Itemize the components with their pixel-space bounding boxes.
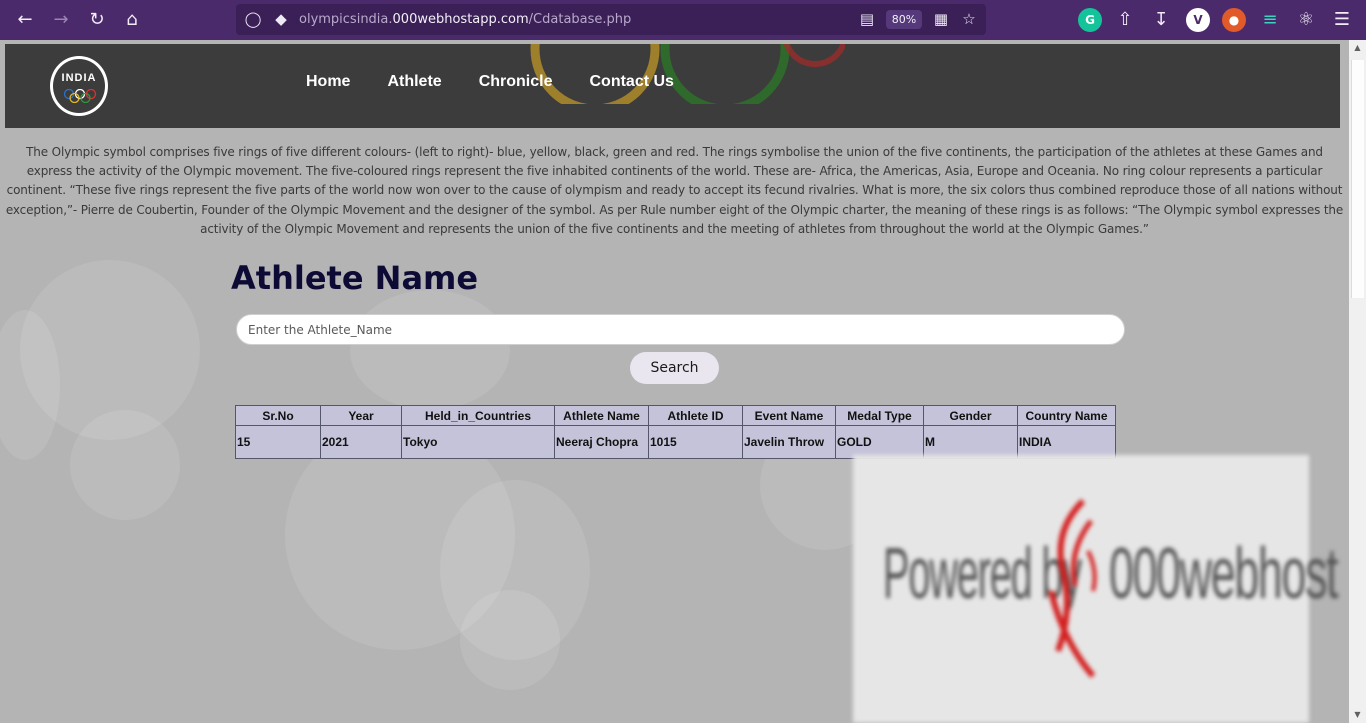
background-bubble bbox=[350, 290, 510, 410]
column-header: Year bbox=[320, 405, 402, 426]
background-bubble bbox=[70, 410, 180, 520]
extension-stripes-icon[interactable]: ≡ bbox=[1258, 8, 1282, 32]
column-header: Medal Type bbox=[835, 405, 924, 426]
olympic-symbol-description: The Olympic symbol comprises five rings … bbox=[5, 145, 1344, 236]
share-icon[interactable]: ⇧ bbox=[1113, 8, 1137, 32]
scrollbar-thumb[interactable] bbox=[1351, 60, 1364, 298]
nav-home[interactable]: Home bbox=[306, 73, 350, 91]
nav-athlete[interactable]: Athlete bbox=[387, 73, 441, 91]
zoom-level[interactable]: 80% bbox=[886, 10, 922, 29]
column-header: Event Name bbox=[742, 405, 836, 426]
background-bubble bbox=[460, 590, 560, 690]
table-row: 15 2021 Tokyo Neeraj Chopra 1015 Javelin… bbox=[235, 425, 1116, 459]
column-header: Country Name bbox=[1017, 405, 1116, 426]
athlete-search-input[interactable] bbox=[236, 314, 1125, 345]
table-header-row: Sr.No Year Held_in_Countries Athlete Nam… bbox=[235, 405, 1116, 426]
back-icon[interactable]: ← bbox=[13, 8, 37, 32]
table-cell: Tokyo bbox=[401, 425, 555, 459]
table-cell: Javelin Throw bbox=[742, 425, 836, 459]
scroll-up-icon[interactable]: ▲ bbox=[1349, 40, 1366, 56]
table-cell: M bbox=[923, 425, 1018, 459]
page-title: Athlete Name bbox=[231, 259, 479, 297]
nav-contact-us[interactable]: Contact Us bbox=[589, 73, 673, 91]
address-bar[interactable]: ◯ ◆ olympicsindia.000webhostapp.com/Cdat… bbox=[236, 4, 986, 35]
column-header: Gender bbox=[923, 405, 1018, 426]
bookmark-star-icon[interactable]: ☆ bbox=[958, 8, 980, 30]
000webhost-text: 000webhost bbox=[1109, 534, 1339, 614]
extension-orange-icon[interactable]: ● bbox=[1222, 8, 1246, 32]
powered-by-000webhost-banner[interactable]: Powered by 000webhost bbox=[853, 455, 1339, 723]
column-header: Held_in_Countries bbox=[401, 405, 555, 426]
site-header: INDIA Home Athlete Chronicle Contact Us bbox=[5, 44, 1340, 128]
table-cell: GOLD bbox=[835, 425, 924, 459]
extensions-grid-icon[interactable]: ▦ bbox=[930, 8, 952, 30]
column-header: Sr.No bbox=[235, 405, 321, 426]
browser-toolbar: ← → ↻ ⌂ ◯ ◆ olympicsindia.000webhostapp.… bbox=[0, 0, 1366, 40]
logo-rings-icon bbox=[63, 89, 97, 103]
page-scrollbar[interactable]: ▲ ▼ bbox=[1349, 40, 1366, 723]
column-header: Athlete ID bbox=[648, 405, 743, 426]
download-icon[interactable]: ↧ bbox=[1149, 8, 1173, 32]
url-text[interactable]: olympicsindia.000webhostapp.com/Cdatabas… bbox=[299, 12, 631, 27]
nav-chronicle[interactable]: Chronicle bbox=[479, 73, 553, 91]
atom-icon[interactable]: ⚛ bbox=[1294, 8, 1318, 32]
000webhost-logo-icon bbox=[1048, 498, 1097, 678]
table-cell: INDIA bbox=[1017, 425, 1116, 459]
logo-text: INDIA bbox=[61, 72, 97, 84]
table-cell: 1015 bbox=[648, 425, 743, 459]
results-table: Sr.No Year Held_in_Countries Athlete Nam… bbox=[235, 405, 1116, 459]
page-content: INDIA Home Athlete Chronicle Contact Us … bbox=[0, 40, 1349, 723]
table-cell: 2021 bbox=[320, 425, 402, 459]
table-cell: 15 bbox=[235, 425, 321, 459]
scroll-down-icon[interactable]: ▼ bbox=[1349, 707, 1366, 723]
forward-icon[interactable]: → bbox=[49, 8, 73, 32]
main-nav: Home Athlete Chronicle Contact Us bbox=[306, 73, 711, 91]
site-logo[interactable]: INDIA bbox=[50, 56, 108, 116]
vpn-icon[interactable]: V bbox=[1186, 8, 1210, 32]
reload-icon[interactable]: ↻ bbox=[85, 8, 109, 32]
search-button[interactable]: Search bbox=[630, 352, 719, 384]
reader-view-icon[interactable]: ▤ bbox=[856, 8, 878, 30]
grammarly-icon[interactable]: G bbox=[1078, 8, 1102, 32]
home-icon[interactable]: ⌂ bbox=[120, 8, 144, 32]
table-cell: Neeraj Chopra bbox=[554, 425, 649, 459]
shield-icon[interactable]: ◯ bbox=[242, 8, 264, 30]
menu-icon[interactable]: ☰ bbox=[1330, 8, 1354, 32]
column-header: Athlete Name bbox=[554, 405, 649, 426]
lock-icon[interactable]: ◆ bbox=[270, 8, 292, 30]
